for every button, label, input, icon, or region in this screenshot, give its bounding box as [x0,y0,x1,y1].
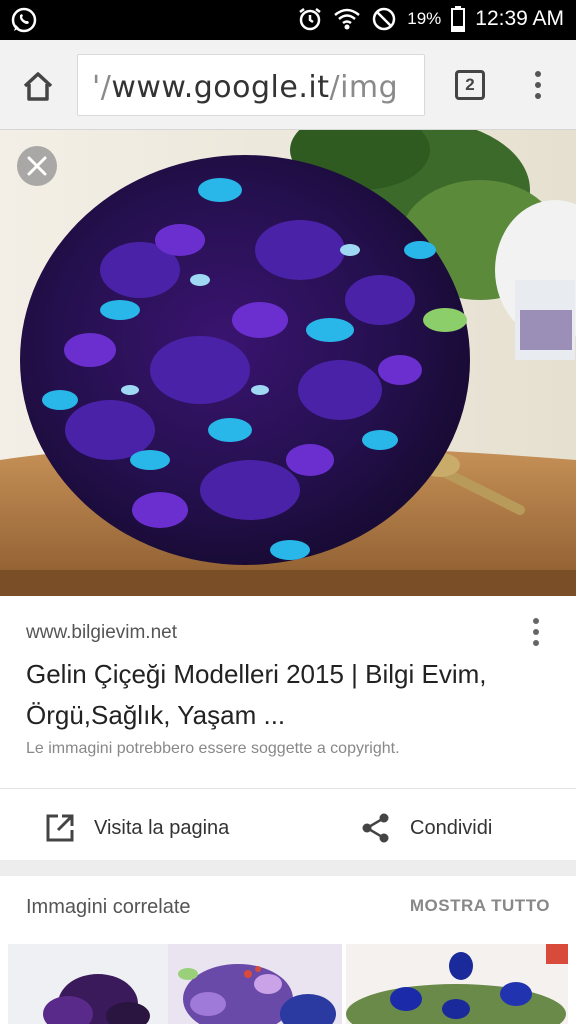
visit-page-label: Visita la pagina [94,816,230,839]
home-icon [23,72,53,101]
url-bar[interactable]: '/www.google.it/img [77,54,425,116]
related-image-thumbnail[interactable] [346,944,568,1024]
share-label: Condividi [410,816,493,839]
battery-icon [451,6,466,32]
source-domain[interactable]: www.bilgievim.net [26,622,177,644]
related-image-thumbnail[interactable] [8,944,342,1024]
open-external-icon [46,814,74,842]
related-images-title: Immagini correlate [26,896,191,918]
related-image-1 [8,944,342,1024]
image-info-card: www.bilgievim.net Gelin Çiçeği Modelleri… [0,596,576,860]
visit-page-button[interactable]: Visita la pagina [44,808,229,848]
copyright-notice: Le immagini potrebbero essere soggette a… [26,740,400,757]
card-menu-button[interactable] [526,616,546,652]
home-button[interactable] [18,66,58,106]
share-icon [362,813,389,843]
url-text: '/www.google.it/img [92,70,399,105]
image-preview[interactable] [0,130,576,596]
clock: 12:39 AM [475,7,564,30]
browser-toolbar: '/www.google.it/img 2 [0,40,576,130]
close-icon [27,156,47,176]
orchid-bouquet-image [0,130,576,596]
show-all-button[interactable]: MOSTRA TUTTO [410,896,550,916]
tab-switcher-button[interactable]: 2 [455,70,485,100]
browser-menu-button[interactable] [528,68,548,104]
related-image-2 [346,944,568,1024]
battery-level: 19% [407,9,442,28]
result-title[interactable]: Gelin Çiçeği Modelleri 2015 | Bilgi Evim… [26,654,496,736]
related-images-section: Immagini correlate MOSTRA TUTTO [0,876,576,1024]
divider [0,788,576,789]
status-bar: 19% 12:39 AM [0,0,576,40]
close-image-button[interactable] [17,146,57,186]
alarm-icon [297,6,323,32]
do-not-disturb-icon [371,6,397,32]
wifi-icon [333,6,361,32]
share-button[interactable]: Condividi [360,808,492,848]
whatsapp-icon [10,6,38,34]
